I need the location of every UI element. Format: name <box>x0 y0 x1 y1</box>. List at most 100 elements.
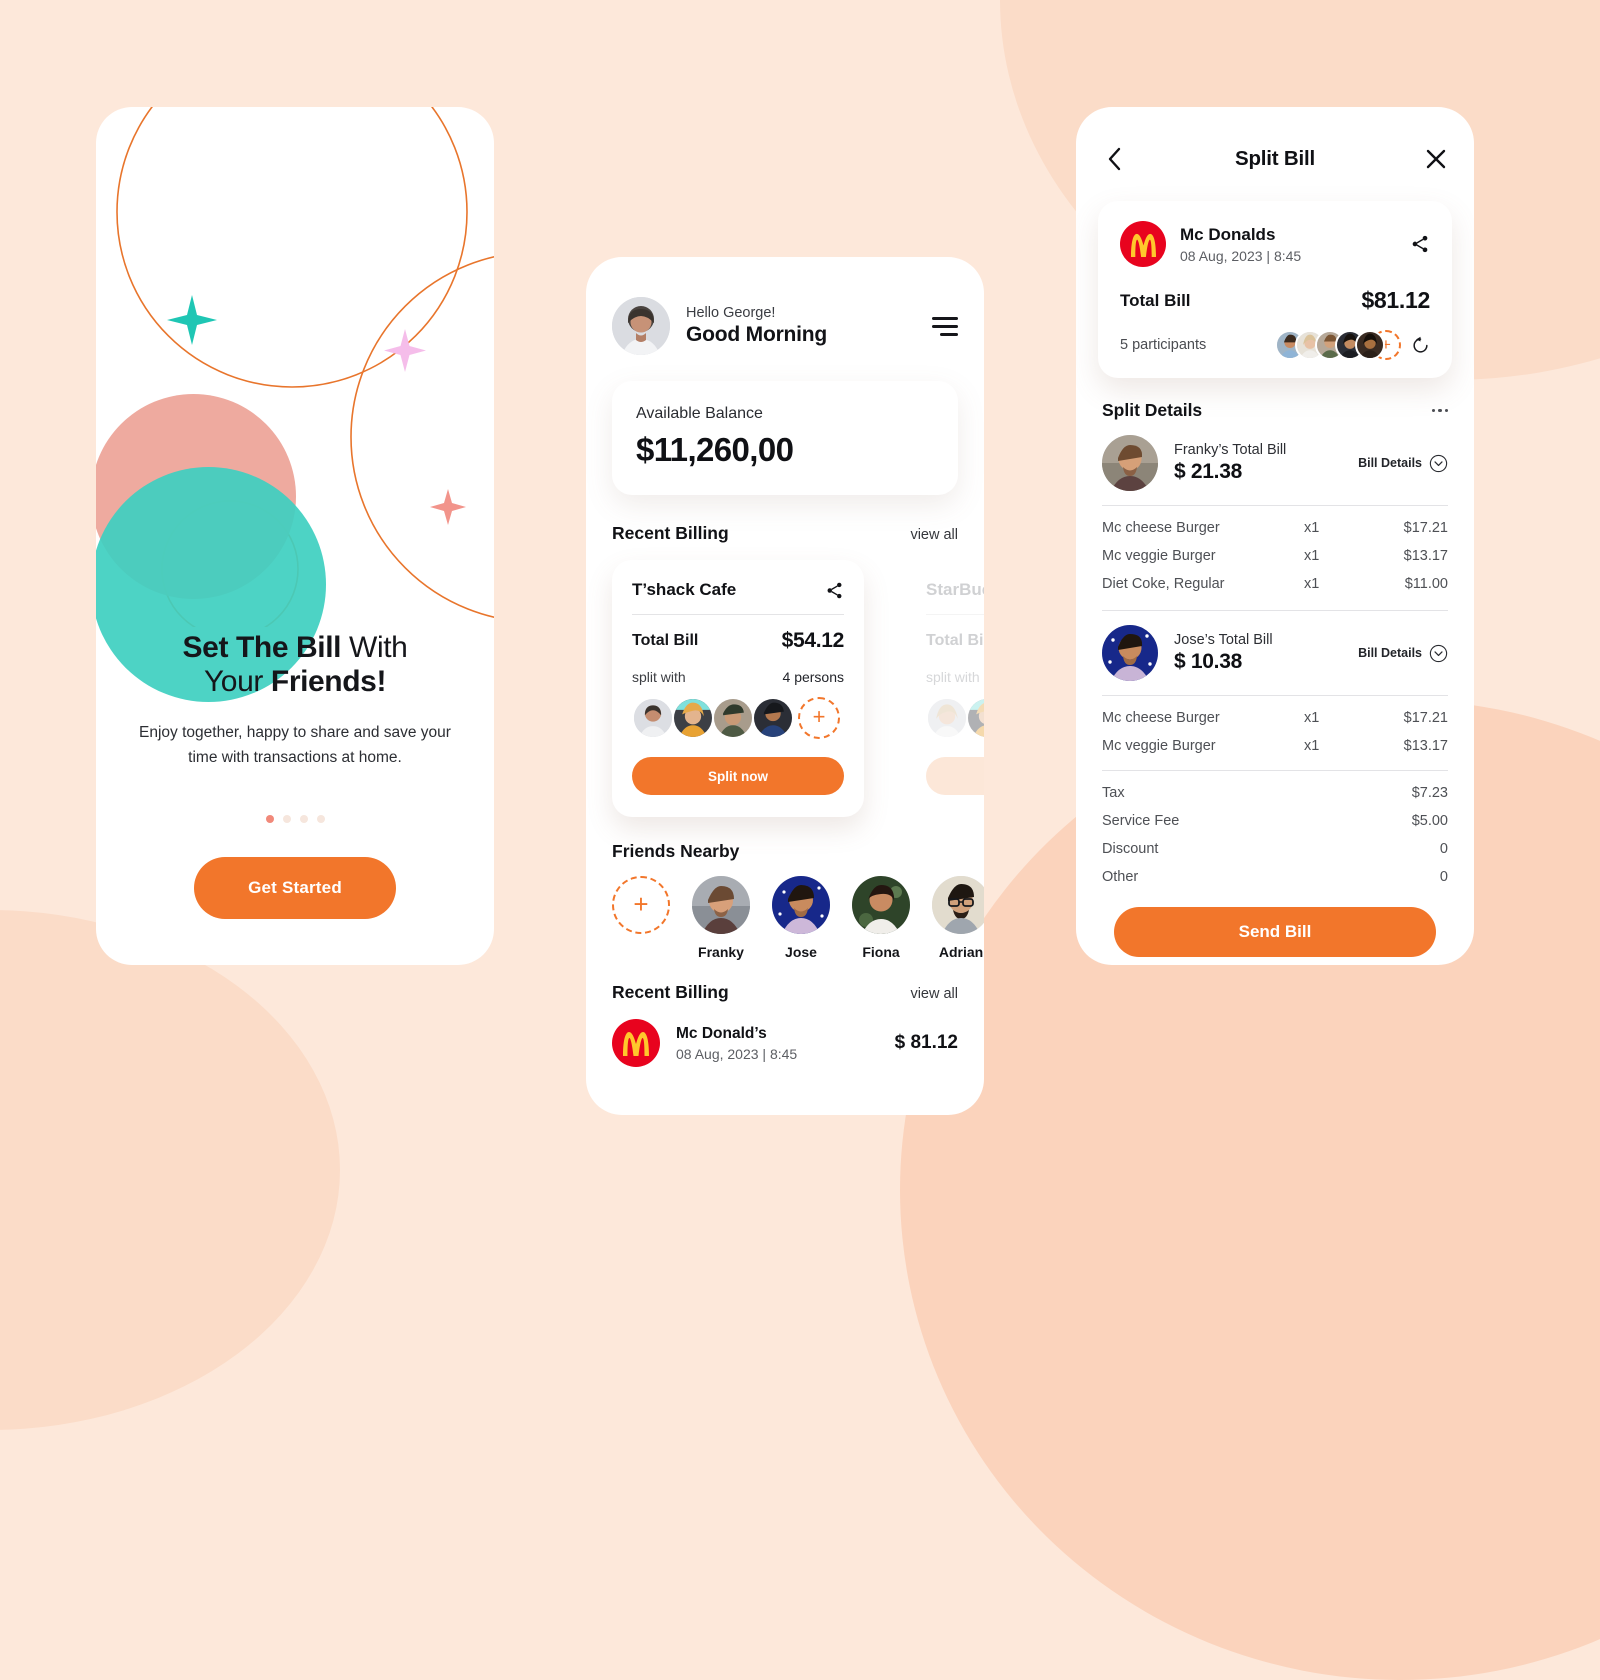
share-icon[interactable] <box>1410 234 1430 254</box>
bill-details-toggle[interactable]: Bill Details <box>1358 454 1448 473</box>
person-total-label: Jose’s Total Bill <box>1174 632 1273 648</box>
bill-card-split-with: split with <box>632 669 686 685</box>
person-block-jose: Jose’s Total Bill $ 10.38 Bill Details M… <box>1098 625 1452 760</box>
friends-nearby-title: Friends Nearby <box>612 841 740 861</box>
line-item-price: $17.21 <box>1403 520 1448 536</box>
friend-name: Franky <box>698 944 744 960</box>
bill-card-merchant: StarBucks <box>926 580 984 599</box>
onboarding-subtitle: Enjoy together, happy to share and save … <box>139 723 451 767</box>
bill-details-toggle[interactable]: Bill Details <box>1358 644 1448 663</box>
send-bill-button[interactable]: Send Bill <box>1114 907 1436 957</box>
recent-billing-date: 08 Aug, 2023 | 8:45 <box>676 1045 798 1062</box>
participant-avatar[interactable] <box>1355 330 1385 360</box>
split-now-button[interactable]: Split now <box>632 757 844 795</box>
bill-card-starbucks[interactable]: StarBucks Total Bill $36.40 split with 3… <box>906 560 984 817</box>
person-block-franky: Franky’s Total Bill $ 21.38 Bill Details… <box>1098 435 1452 598</box>
chevron-down-icon <box>1429 454 1448 472</box>
person-avatar[interactable] <box>1102 435 1158 491</box>
line-item-price: $13.17 <box>1403 738 1448 754</box>
get-started-button[interactable]: Get Started <box>194 857 396 919</box>
add-friend-button[interactable] <box>612 876 670 934</box>
person-avatar[interactable] <box>1102 625 1158 681</box>
close-button[interactable] <box>1420 143 1452 175</box>
participant-avatar[interactable] <box>672 697 714 739</box>
recent-billing-header-top: Recent Billing view all <box>612 523 958 544</box>
friend-avatar[interactable] <box>932 876 984 934</box>
recent-billing-title-bottom: Recent Billing <box>612 982 729 1002</box>
mcdonalds-logo <box>1120 221 1166 267</box>
bill-card-total-value: $54.12 <box>781 629 845 652</box>
pagination-dot-2[interactable] <box>282 815 291 823</box>
line-item-name: Mc cheese Burger <box>1102 710 1220 726</box>
split-bill-top-bar: Split Bill <box>1098 143 1452 175</box>
bill-card-tshack[interactable]: T’shack Cafe Total Bill $54.12 split wit… <box>612 560 864 817</box>
totals-summary: Tax $7.23 Service Fee $5.00 Discount 0 O… <box>1098 779 1452 891</box>
pagination-dot-4[interactable] <box>316 815 325 823</box>
balance-label: Available Balance <box>636 405 763 422</box>
total-row-label: Other <box>1102 869 1139 885</box>
recent-billing-row[interactable]: Mc Donald’s 08 Aug, 2023 | 8:45 $ 81.12 <box>612 1019 958 1067</box>
line-item: Mc veggie Burger x1 $13.17 <box>1102 542 1448 570</box>
friends-nearby-header: Friends Nearby <box>612 841 958 862</box>
friend-avatar[interactable] <box>852 876 910 934</box>
person-total-amount: $ 21.38 <box>1174 460 1242 483</box>
recent-billing-title-top: Recent Billing <box>612 523 729 543</box>
user-avatar-image <box>612 297 670 355</box>
total-row: Service Fee $5.00 <box>1102 807 1448 835</box>
onboarding-title-strong-1: Set The Bill <box>182 630 342 664</box>
hamburger-icon[interactable] <box>932 316 958 336</box>
friend-item[interactable]: Adrian <box>932 876 984 960</box>
bill-cards-scroller[interactable]: T’shack Cafe Total Bill $54.12 split wit… <box>612 560 984 817</box>
line-item-name: Mc cheese Burger <box>1102 520 1220 536</box>
bill-card-split-with: split with <box>926 669 980 685</box>
pagination-dot-1[interactable] <box>265 815 274 823</box>
friend-avatar[interactable] <box>692 876 750 934</box>
participant-avatar[interactable] <box>926 697 968 739</box>
friend-avatar[interactable] <box>772 876 830 934</box>
total-row: Tax $7.23 <box>1102 779 1448 807</box>
participant-avatar[interactable] <box>712 697 754 739</box>
participants-label: 5 participants <box>1120 337 1207 353</box>
add-friend-item[interactable] <box>612 876 670 960</box>
split-now-button[interactable]: Split now <box>926 757 984 795</box>
line-items-franky: Mc cheese Burger x1 $17.21 Mc veggie Bur… <box>1102 514 1448 598</box>
greeting-main: Good Morning <box>686 323 828 346</box>
friend-item[interactable]: Franky <box>692 876 750 960</box>
line-item: Mc cheese Burger x1 $17.21 <box>1102 704 1448 732</box>
refresh-icon[interactable] <box>1411 336 1430 355</box>
chevron-left-icon <box>1108 147 1120 171</box>
pagination-dots[interactable] <box>126 815 464 823</box>
chevron-down-icon <box>1429 644 1448 662</box>
line-item-qty: x1 <box>1304 738 1320 754</box>
ellipsis-icon[interactable] <box>1431 408 1448 413</box>
view-all-link-top[interactable]: view all <box>910 527 958 543</box>
onboarding-screen: Set The Bill With Your Friends! Enjoy to… <box>96 107 494 965</box>
onboarding-title-light-1: With <box>341 630 408 664</box>
user-avatar[interactable] <box>612 297 670 355</box>
pagination-dot-3[interactable] <box>299 815 308 823</box>
friend-name: Adrian <box>938 944 984 960</box>
total-row: Other 0 <box>1102 863 1448 891</box>
line-item-price: $13.17 <box>1403 548 1448 564</box>
line-item-name: Mc veggie Burger <box>1102 738 1216 754</box>
participant-avatar[interactable] <box>966 697 984 739</box>
merchant-summary-card: Mc Donalds 08 Aug, 2023 | 8:45 Total Bil… <box>1098 201 1452 378</box>
total-row-label: Service Fee <box>1102 813 1180 829</box>
greeting-hello: Hello George! <box>686 305 776 321</box>
view-all-link-bottom[interactable]: view all <box>910 986 958 1002</box>
participant-avatar[interactable] <box>752 697 794 739</box>
page-title: Split Bill <box>1234 147 1315 170</box>
back-button[interactable] <box>1098 143 1130 175</box>
participant-avatar[interactable] <box>632 697 674 739</box>
line-item-qty: x1 <box>1304 576 1320 592</box>
line-item: Diet Coke, Regular x1 $11.00 <box>1102 570 1448 598</box>
add-participant-button[interactable] <box>798 697 840 739</box>
friend-item[interactable]: Jose <box>772 876 830 960</box>
friend-item[interactable]: Fiona <box>852 876 910 960</box>
friends-nearby-list: Franky Jose Fiona Adrian <box>612 876 984 960</box>
recent-billing-amount: $ 81.12 <box>894 1032 958 1053</box>
share-icon[interactable] <box>825 581 844 600</box>
balance-value: $11,260,00 <box>636 431 794 468</box>
line-item-name: Diet Coke, Regular <box>1102 576 1225 592</box>
home-screen: Hello George! Good Morning Available Bal… <box>586 257 984 1115</box>
